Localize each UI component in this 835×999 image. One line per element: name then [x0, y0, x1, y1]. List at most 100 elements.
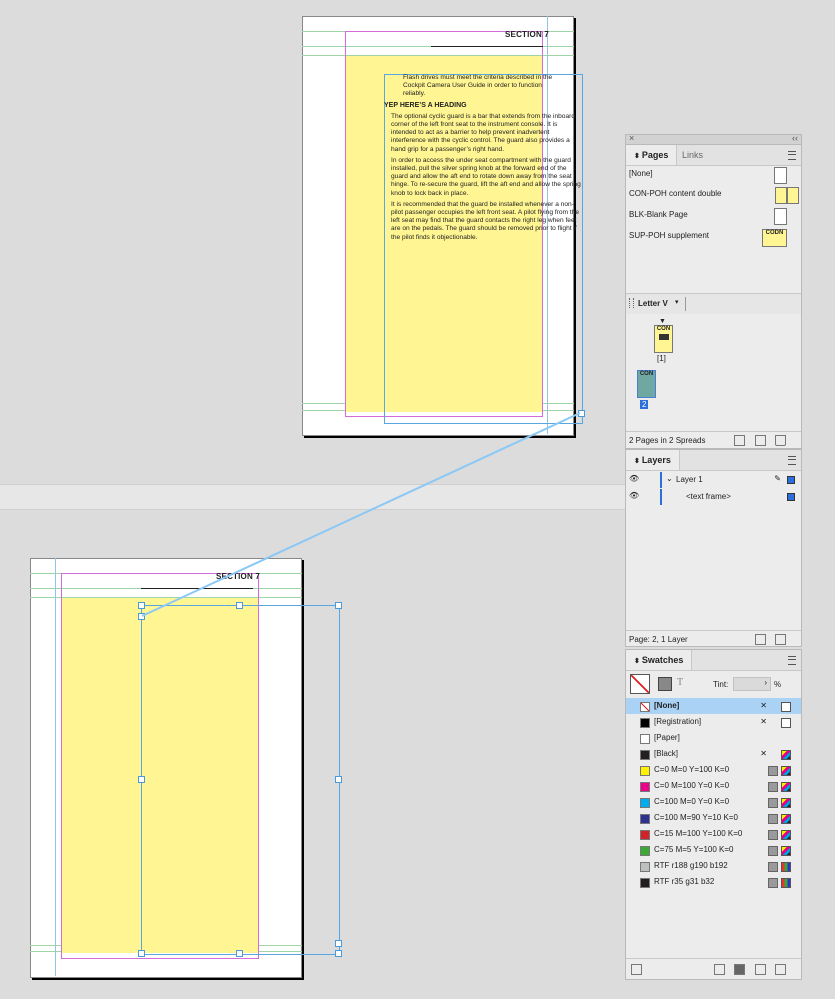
close-icon[interactable]: × [629, 133, 634, 143]
fill-stroke-icon[interactable] [630, 674, 650, 694]
swatch-name: [Paper] [654, 733, 680, 742]
swatch-row[interactable]: C=0 M=100 Y=0 K=0 [626, 778, 801, 794]
folder-icon[interactable] [734, 964, 745, 975]
trash-icon[interactable] [775, 634, 786, 645]
tint-percent: % [774, 680, 782, 689]
layer-label: Layer 1 [676, 475, 703, 484]
process-color-icon [768, 798, 778, 808]
tab-swatches-label: Swatches [641, 655, 684, 665]
tab-links[interactable]: Links [674, 145, 711, 165]
tab-swatches[interactable]: ⬍ Swatches [626, 650, 693, 670]
formatting-text-icon[interactable]: T [677, 677, 683, 688]
swatch-color-chip [640, 702, 650, 712]
chevron-updown-icon: ⬍ [634, 458, 642, 465]
tab-pages-label: Pages [641, 150, 669, 160]
new-layer-icon[interactable] [755, 634, 766, 645]
tab-pages[interactable]: ⬍ Pages [626, 145, 678, 165]
panel-menu-icon[interactable] [788, 456, 796, 465]
master-thumb [775, 187, 787, 204]
swatch-color-chip [640, 798, 650, 808]
show-swatch-view-icon[interactable] [714, 964, 725, 975]
trash-icon[interactable] [775, 964, 786, 975]
layer-color-bar [660, 489, 662, 505]
process-color-icon [768, 862, 778, 872]
swatch-name: [Black] [654, 749, 679, 758]
pencil-icon[interactable]: ✎ [774, 474, 781, 483]
swatch-color-chip [640, 734, 650, 744]
formatting-container-icon[interactable] [658, 677, 672, 691]
swatch-name: C=0 M=0 Y=100 K=0 [654, 765, 730, 774]
layers-panel: ⬍ Layers 👁 ⌄ Layer 1 ✎ 👁 <text frame> Pa… [625, 449, 802, 647]
process-color-icon [768, 782, 778, 792]
layer-color-square [787, 476, 795, 484]
divider-tick [685, 297, 686, 311]
no-edit-icon: ✕ [760, 749, 767, 758]
swatch-row[interactable]: [Black] ✕ [626, 746, 801, 762]
swatch-color-chip [640, 718, 650, 728]
master-con-poh[interactable]: CON-POH content double [626, 187, 801, 205]
eye-icon[interactable]: 👁 [629, 491, 639, 500]
page-thumb-block [659, 334, 669, 340]
panel-menu-icon[interactable] [788, 656, 796, 665]
tab-layers[interactable]: ⬍ Layers [626, 450, 680, 470]
swatch-row[interactable]: [None] ✕ [626, 698, 801, 714]
cmyk-mode-icon [781, 750, 791, 760]
page-thumb-2[interactable]: CON [637, 370, 656, 398]
swatch-row[interactable]: [Registration] ✕ [626, 714, 801, 730]
swatch-name: C=100 M=0 Y=0 K=0 [654, 797, 730, 806]
process-color-icon [768, 830, 778, 840]
master-blk[interactable]: BLK-Blank Page [626, 208, 801, 226]
swatch-name: C=75 M=5 Y=100 K=0 [654, 845, 734, 854]
disclosure-icon[interactable]: ⌄ [666, 474, 673, 483]
trash-icon[interactable] [775, 435, 786, 446]
layer-row[interactable]: 👁 <text frame> [626, 489, 801, 505]
swatch-row[interactable]: C=100 M=0 Y=0 K=0 [626, 794, 801, 810]
collapse-icon[interactable]: ‹‹ [792, 133, 798, 143]
show-kind-icon[interactable] [631, 964, 642, 975]
swatch-row[interactable]: [Paper] [626, 730, 801, 746]
pages-tabbar: ⬍ Pages Links [626, 145, 801, 166]
panel-menu-icon[interactable] [788, 151, 796, 160]
master-thumb [774, 208, 787, 225]
registration-mode-icon [781, 718, 791, 728]
new-swatch-icon[interactable] [755, 964, 766, 975]
chevron-updown-icon: ⬍ [634, 658, 642, 665]
process-color-icon [768, 766, 778, 776]
chevron-right-icon[interactable]: › [764, 678, 767, 687]
chevron-down-icon[interactable]: ▾ [675, 298, 679, 306]
swatches-panel: ⬍ Swatches T Tint: › % [None] ✕ [Registrat… [625, 649, 802, 980]
rgb-mode-icon [781, 878, 791, 888]
swatch-row[interactable]: C=0 M=0 Y=100 K=0 [626, 762, 801, 778]
layers-footer: Page: 2, 1 Layer [626, 630, 801, 647]
new-page-icon[interactable] [755, 435, 766, 446]
page-size-dropdown[interactable]: Letter V [638, 299, 668, 308]
layer-color-square [787, 493, 795, 501]
swatch-name: RTF r35 g31 b32 [654, 877, 715, 886]
no-edit-icon: ✕ [760, 717, 767, 726]
swatch-row[interactable]: C=75 M=5 Y=100 K=0 [626, 842, 801, 858]
swatch-row[interactable]: C=100 M=90 Y=10 K=0 [626, 810, 801, 826]
eye-icon[interactable]: 👁 [629, 474, 639, 483]
master-none[interactable]: [None] [626, 167, 801, 185]
swatch-color-chip [640, 750, 650, 760]
swatch-row[interactable]: RTF r35 g31 b32 [626, 874, 801, 890]
cmyk-mode-icon [781, 782, 791, 792]
swatch-name: [None] [654, 701, 680, 710]
swatch-name: RTF r188 g190 b192 [654, 861, 728, 870]
edit-page-size-icon[interactable] [734, 435, 745, 446]
drag-grip-icon[interactable] [629, 298, 634, 308]
layer-color-bar [660, 472, 662, 488]
cmyk-mode-icon [781, 766, 791, 776]
master-label: BLK-Blank Page [629, 210, 688, 219]
swatch-row[interactable]: RTF r188 g190 b192 [626, 858, 801, 874]
rgb-mode-icon [781, 862, 791, 872]
swatch-row[interactable]: C=15 M=100 Y=100 K=0 [626, 826, 801, 842]
layer-row[interactable]: 👁 ⌄ Layer 1 ✎ [626, 472, 801, 488]
pages-footer: 2 Pages in 2 Spreads [626, 431, 801, 448]
page-thumb-text: CON [656, 326, 671, 332]
tint-field[interactable]: › [733, 677, 771, 691]
master-sup-poh[interactable]: SUP-POH supplement CODN [626, 229, 801, 247]
page-thumb-1[interactable]: CON [654, 325, 673, 353]
layers-tabbar: ⬍ Layers [626, 450, 801, 471]
swatch-name: C=15 M=100 Y=100 K=0 [654, 829, 743, 838]
